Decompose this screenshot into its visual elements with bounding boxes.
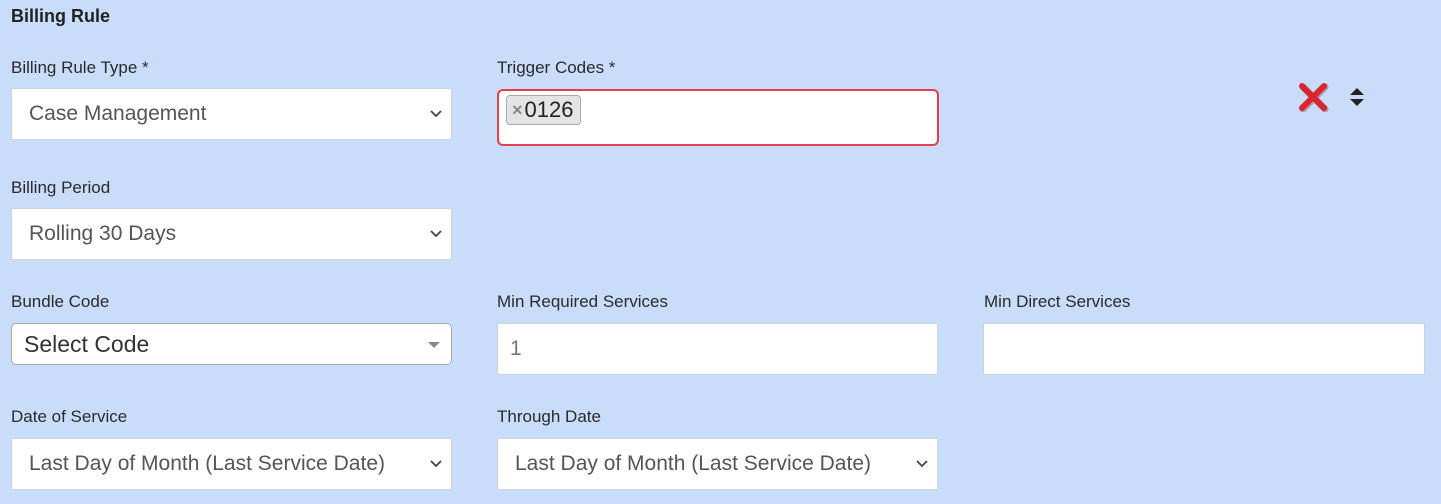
min-required-services-label: Min Required Services <box>497 292 669 311</box>
bundle-code-value: Select Code <box>24 330 150 357</box>
trigger-codes-label: Trigger Codes * <box>497 58 616 77</box>
bundle-code-label: Bundle Code <box>11 292 110 311</box>
min-direct-services-input[interactable] <box>983 323 1425 375</box>
chevron-down-icon <box>429 106 443 120</box>
sort-updown-icon[interactable] <box>1349 86 1365 110</box>
min-required-services-input[interactable]: 1 <box>497 323 938 375</box>
billing-rule-type-label: Billing Rule Type * <box>11 58 149 77</box>
chevron-down-icon <box>429 226 443 240</box>
trigger-codes-input[interactable]: × 0126 <box>497 89 939 146</box>
date-of-service-label: Date of Service <box>11 407 128 426</box>
trigger-code-tag: × 0126 <box>506 95 582 125</box>
chevron-down-icon <box>429 456 443 470</box>
through-date-label: Through Date <box>497 407 601 426</box>
date-of-service-select[interactable]: Last Day of Month (Last Service Date) <box>11 438 452 490</box>
through-date-select[interactable]: Last Day of Month (Last Service Date) <box>497 438 938 490</box>
remove-tag-icon[interactable]: × <box>512 101 523 119</box>
trigger-code-tag-label: 0126 <box>524 97 574 122</box>
min-required-services-value: 1 <box>510 337 522 360</box>
min-direct-services-label: Min Direct Services <box>984 292 1131 311</box>
date-of-service-value: Last Day of Month (Last Service Date) <box>29 452 385 475</box>
delete-rule-icon[interactable] <box>1297 82 1329 113</box>
billing-rule-type-value: Case Management <box>29 102 207 125</box>
billing-period-select[interactable]: Rolling 30 Days <box>11 208 452 260</box>
through-date-value: Last Day of Month (Last Service Date) <box>515 452 871 475</box>
section-title: Billing Rule <box>11 6 110 26</box>
chevron-down-icon <box>915 456 929 470</box>
bundle-code-select[interactable]: Select Code <box>11 323 452 365</box>
billing-rule-type-select[interactable]: Case Management <box>11 88 452 140</box>
caret-down-icon <box>428 342 440 348</box>
billing-period-value: Rolling 30 Days <box>29 222 177 245</box>
billing-period-label: Billing Period <box>11 178 111 197</box>
